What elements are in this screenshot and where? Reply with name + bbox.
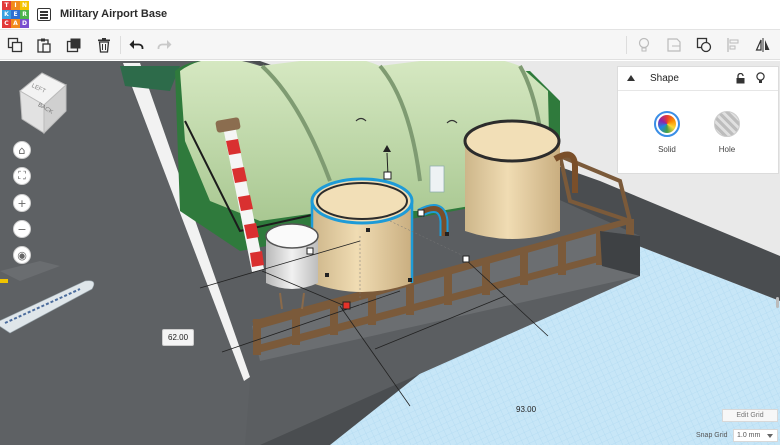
snap-grid-label: Snap Grid (696, 432, 728, 439)
solid-label: Solid (658, 145, 676, 154)
undo-icon[interactable] (126, 35, 146, 55)
logo-letter: C (2, 19, 11, 28)
zoom-in-button[interactable]: + (13, 194, 31, 212)
tinkercad-logo[interactable]: T I N K E R C A D (2, 1, 29, 28)
toolbar-divider (120, 36, 121, 54)
design-list-icon[interactable] (37, 8, 51, 21)
logo-letter: T (2, 1, 11, 10)
shape-inspector: Shape Solid Hole (617, 66, 779, 174)
width-dimension-input[interactable]: 62.00 (162, 329, 195, 346)
logo-letter: D (20, 19, 29, 28)
lock-icon[interactable] (736, 73, 745, 84)
logo-letter: I (11, 1, 20, 10)
lightbulb-icon[interactable] (634, 35, 654, 55)
zoom-out-icon: − (17, 222, 27, 236)
perspective-button[interactable]: ◉ (13, 246, 31, 264)
logo-letter: K (2, 10, 11, 19)
edit-grid-button[interactable]: Edit Grid (722, 409, 778, 422)
logo-letter: E (11, 10, 20, 19)
solid-color-button[interactable] (654, 111, 680, 137)
snap-grid-value: 1.0 mm (737, 432, 761, 439)
zoom-out-button[interactable]: − (13, 220, 31, 238)
logo-letter: R (20, 10, 29, 19)
design-title[interactable]: Military Airport Base (60, 8, 167, 20)
logo-letter: A (11, 19, 20, 28)
redo-icon[interactable] (155, 35, 175, 55)
toolbar (0, 30, 780, 60)
length-dimension-label[interactable]: 93.00 (516, 405, 536, 414)
align-icon[interactable] (724, 35, 744, 55)
shape-inspector-title: Shape (650, 73, 679, 84)
app-header: T I N K E R C A D Military Airport Base (0, 0, 780, 30)
duplicate-icon[interactable] (64, 35, 84, 55)
collapse-caret-icon[interactable] (627, 75, 635, 81)
logo-letter: N (20, 1, 29, 10)
group-icon[interactable] (694, 35, 714, 55)
shape-inspector-header: Shape (618, 67, 778, 91)
large-tank-back (463, 119, 578, 239)
visibility-bulb-icon[interactable] (756, 72, 765, 84)
scrollbar[interactable] (776, 297, 779, 308)
toolbar-divider (626, 36, 627, 54)
fit-icon: ⛶ (18, 169, 26, 182)
copy-icon[interactable] (5, 35, 25, 55)
hole-button[interactable] (714, 111, 740, 137)
fit-view-button[interactable]: ⛶ (13, 167, 31, 185)
paste-icon[interactable] (34, 35, 54, 55)
mirror-icon[interactable] (753, 35, 773, 55)
home-icon: ⌂ (18, 143, 26, 157)
snap-grid-select[interactable]: 1.0 mm (733, 429, 778, 442)
zoom-in-icon: + (17, 196, 27, 210)
perspective-icon: ◉ (17, 248, 27, 262)
rainbow-swatch-icon (658, 115, 676, 133)
note-icon[interactable] (664, 35, 684, 55)
trash-icon[interactable] (94, 35, 114, 55)
hole-label: Hole (718, 145, 736, 154)
home-view-button[interactable]: ⌂ (13, 141, 31, 159)
chevron-down-icon (767, 434, 773, 438)
